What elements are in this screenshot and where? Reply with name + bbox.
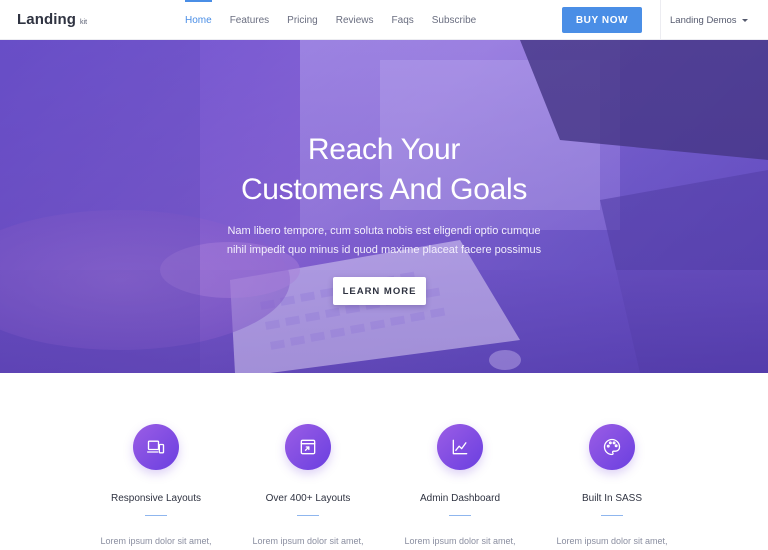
chart-icon bbox=[437, 424, 483, 470]
feature-title: Built In SASS bbox=[581, 493, 643, 504]
feature-text: Lorem ipsum dolor sit amet, bbox=[252, 536, 364, 546]
feature-text: Lorem ipsum dolor sit amet, bbox=[556, 536, 668, 546]
hero-subtitle-line1: Nam libero tempore, cum soluta nobis est… bbox=[227, 225, 541, 237]
feature-title: Responsive Layouts bbox=[110, 493, 202, 504]
feature-divider bbox=[601, 515, 623, 516]
feature-title: Admin Dashboard bbox=[419, 493, 501, 504]
features-section: Responsive Layouts Lorem ipsum dolor sit… bbox=[0, 373, 768, 550]
brand-logo[interactable]: Landing kit bbox=[17, 11, 87, 28]
brand-name: Landing bbox=[17, 11, 77, 28]
palette-icon bbox=[589, 424, 635, 470]
feature-divider bbox=[297, 515, 319, 516]
feature-text: Lorem ipsum dolor sit amet, bbox=[100, 536, 212, 546]
feature-text: Lorem ipsum dolor sit amet, bbox=[404, 536, 516, 546]
nav-link-features[interactable]: Features bbox=[230, 0, 269, 40]
nav-link-reviews[interactable]: Reviews bbox=[336, 0, 374, 40]
feature-divider bbox=[145, 515, 167, 516]
buy-now-button[interactable]: BUY NOW bbox=[562, 7, 642, 33]
landing-demos-label: Landing Demos bbox=[670, 14, 737, 26]
nav-link-pricing[interactable]: Pricing bbox=[287, 0, 318, 40]
devices-icon bbox=[133, 424, 179, 470]
nav-link-subscribe[interactable]: Subscribe bbox=[432, 0, 476, 40]
layouts-icon bbox=[285, 424, 331, 470]
learn-more-button[interactable]: LEARN MORE bbox=[333, 277, 426, 305]
brand-kit: kit bbox=[80, 19, 88, 26]
hero-section: Reach Your Customers And Goals Nam liber… bbox=[0, 40, 768, 373]
navbar: Landing kit Home Features Pricing Review… bbox=[0, 0, 768, 40]
nav-link-faqs[interactable]: Faqs bbox=[392, 0, 414, 40]
hero-title-line2: Customers And Goals bbox=[240, 173, 528, 206]
landing-demos-dropdown[interactable]: Landing Demos bbox=[670, 0, 748, 40]
hero-title-line1: Reach Your bbox=[307, 133, 461, 166]
nav-divider bbox=[660, 0, 661, 40]
caret-down-icon bbox=[741, 18, 748, 22]
nav-links: Home Features Pricing Reviews Faqs Subsc… bbox=[185, 0, 494, 40]
feature-divider bbox=[449, 515, 471, 516]
nav-link-home[interactable]: Home bbox=[185, 0, 212, 40]
hero-subtitle-line2: nihil impedit quo minus id quod maxime p… bbox=[226, 244, 542, 256]
feature-title: Over 400+ Layouts bbox=[265, 493, 351, 504]
